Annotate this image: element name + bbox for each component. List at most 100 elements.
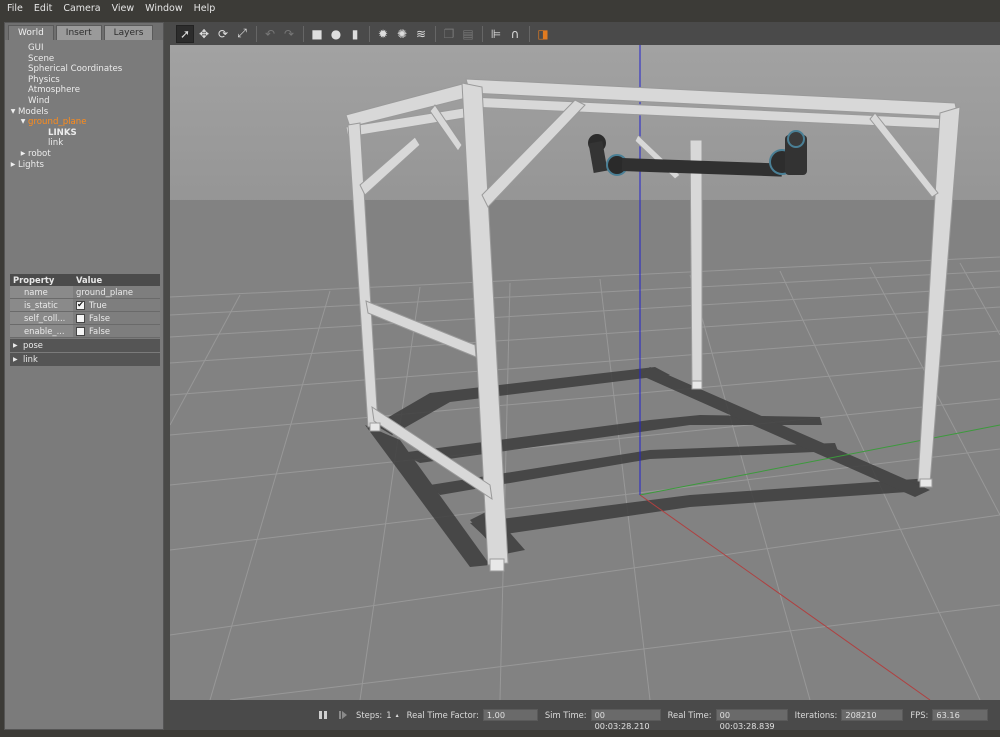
property-value-text: ground_plane (76, 287, 134, 297)
tree-item-label: GUI (28, 43, 44, 53)
menu-edit[interactable]: Edit (34, 3, 52, 14)
tree-item-models[interactable]: ▼ Models (8, 107, 163, 118)
tab-layers[interactable]: Layers (103, 25, 154, 40)
property-value-text: False (89, 313, 111, 323)
rtf-value: 1.00 (482, 709, 538, 721)
tree-item-lights[interactable]: ▶ Lights (8, 160, 163, 171)
tree-item-label: ground_plane (28, 117, 87, 128)
property-row-name: name ground_plane (10, 286, 160, 299)
change-view-icon[interactable]: ◨ (534, 25, 552, 43)
unchecked-checkbox[interactable] (76, 313, 85, 323)
property-value-text: True (89, 300, 107, 310)
property-header: Property Value (10, 274, 160, 286)
scale-icon[interactable]: ⤢ (233, 25, 251, 43)
checked-checkbox[interactable]: ✔ (76, 300, 85, 310)
snap-icon[interactable]: ∩ (506, 25, 524, 43)
tree-item-gui[interactable]: GUI (8, 43, 163, 54)
menu-help[interactable]: Help (194, 3, 216, 14)
tree-item-label: Spherical Coordinates (28, 64, 123, 75)
property-column-header: Property (13, 275, 55, 285)
copy-icon[interactable]: ❐ (440, 25, 458, 43)
step-icon[interactable] (336, 708, 350, 722)
property-value: ✔ True (73, 299, 160, 311)
property-value[interactable]: ground_plane (73, 286, 160, 298)
tree-item-label: link (48, 138, 64, 149)
translate-icon[interactable]: ✥ (195, 25, 213, 43)
property-key: self_coll... (10, 312, 73, 324)
toolbar-separator (529, 25, 530, 42)
menu-view[interactable]: View (112, 3, 135, 14)
expand-down-icon[interactable]: ▼ (8, 107, 18, 118)
sim-time-value: 00 00:03:28.210 (590, 709, 661, 731)
cylinder-shape-icon[interactable]: ▮ (346, 25, 364, 43)
status-bar: Steps: 1 ▴ Real Time Factor: 1.00 Sim Ti… (170, 700, 1000, 731)
tree-item-wind[interactable]: Wind (8, 96, 163, 107)
tree-item-label: Models (18, 106, 49, 117)
expand-right-icon[interactable]: ▶ (13, 339, 23, 352)
property-row-is-static: is_static ✔ True (10, 299, 160, 312)
steps-label: Steps: (356, 710, 383, 720)
expand-down-icon[interactable]: ▼ (18, 117, 28, 128)
menu-file[interactable]: File (7, 3, 23, 14)
pause-icon[interactable] (316, 708, 330, 722)
property-row-enable: enable_... False (10, 325, 160, 338)
redo-icon[interactable]: ↷ (280, 25, 298, 43)
property-group-label: link (23, 354, 38, 364)
property-key: is_static (10, 299, 73, 311)
property-group-link[interactable]: ▶ link (10, 353, 160, 366)
world-tree: GUI Scene Spherical Coordinates Physics Atmo… (5, 40, 163, 170)
tree-item-physics[interactable]: Physics (8, 75, 163, 86)
property-value: False (73, 312, 160, 324)
tree-item-label: Scene (28, 53, 55, 64)
menu-window[interactable]: Window (145, 3, 182, 14)
tree-item-label: Lights (18, 159, 44, 170)
tab-insert[interactable]: Insert (55, 25, 102, 40)
sim-time-label: Sim Time: (544, 710, 587, 720)
expand-right-icon[interactable]: ▶ (13, 353, 23, 366)
tree-item-scene[interactable]: Scene (8, 54, 163, 65)
ground-plane (170, 200, 1000, 700)
scene-render (170, 45, 1000, 700)
iterations-value: 208210 (841, 709, 904, 721)
tree-item-spherical-coordinates[interactable]: Spherical Coordinates (8, 64, 163, 75)
tree-item-label: robot (28, 148, 51, 159)
3d-viewport[interactable] (170, 45, 1000, 700)
tab-world[interactable]: World (8, 25, 54, 40)
align-icon[interactable]: ⊫ (487, 25, 505, 43)
rotate-icon[interactable]: ⟳ (214, 25, 232, 43)
expand-right-icon[interactable]: ▶ (8, 160, 18, 171)
fps-value: 63.16 (932, 709, 989, 721)
tree-item-ground-plane[interactable]: ▼ ground_plane (8, 117, 163, 128)
point-light-icon[interactable]: ✹ (374, 25, 392, 43)
expand-right-icon[interactable]: ▶ (18, 149, 28, 160)
tree-item-label: Wind (28, 95, 50, 106)
unchecked-checkbox[interactable] (76, 326, 85, 336)
value-column-header: Value (76, 275, 103, 285)
undo-icon[interactable]: ↶ (261, 25, 279, 43)
property-group-pose[interactable]: ▶ pose (10, 339, 160, 352)
spot-light-icon[interactable]: ✺ (393, 25, 411, 43)
real-time-value: 00 00:03:28.839 (715, 709, 788, 731)
tree-item-link[interactable]: link (8, 138, 163, 149)
property-value: False (73, 325, 160, 337)
rtf-label: Real Time Factor: (406, 710, 479, 720)
steps-spin-icon[interactable]: ▴ (396, 712, 399, 719)
directional-light-icon[interactable]: ≋ (412, 25, 430, 43)
select-arrow-icon[interactable]: ➚ (176, 24, 194, 43)
property-row-self-coll: self_coll... False (10, 312, 160, 325)
toolbar: ➚ ✥ ⟳ ⤢ ↶ ↷ ■ ● ▮ ✹ ✺ ≋ ❐ ▤ ⊫ ∩ ◨ (170, 22, 1000, 45)
menu-camera[interactable]: Camera (63, 3, 100, 14)
tree-item-robot[interactable]: ▶ robot (8, 149, 163, 160)
property-key: name (10, 286, 73, 298)
tree-item-links[interactable]: LINKS (8, 128, 163, 139)
steps-value[interactable]: 1 (386, 710, 391, 720)
toolbar-separator (435, 25, 436, 42)
box-shape-icon[interactable]: ■ (308, 25, 326, 43)
paste-icon[interactable]: ▤ (459, 25, 477, 43)
toolbar-separator (303, 25, 304, 42)
property-table: Property Value name ground_plane is_static… (10, 274, 160, 366)
menu-bar: File Edit Camera View Window Help (0, 0, 1000, 17)
tree-item-atmosphere[interactable]: Atmosphere (8, 85, 163, 96)
window-bottom-edge (0, 730, 1000, 737)
sphere-shape-icon[interactable]: ● (327, 25, 345, 43)
